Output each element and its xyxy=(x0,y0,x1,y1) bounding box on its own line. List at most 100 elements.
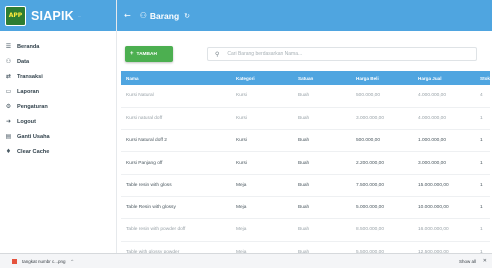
cell-stok: 1 xyxy=(475,241,490,253)
brand-header[interactable]: APP SIAPIK ... xyxy=(0,0,116,31)
search-box[interactable]: ⚲ xyxy=(207,47,477,61)
table-row[interactable]: Kursi Natural doff 2 Kursi Buah 500.000,… xyxy=(121,129,490,153)
switch-icon: ▤ xyxy=(5,133,12,140)
cell-harga-beli: 5.500.000,00 xyxy=(351,241,413,253)
logout-icon: ➜ xyxy=(5,118,12,125)
column-header-harga-beli[interactable]: Harga Beli xyxy=(351,71,413,85)
cell-harga-beli: 3.000.000,00 xyxy=(351,107,413,131)
users-icon: ⚇ xyxy=(5,58,12,65)
sidebar-item-transaksi[interactable]: ⇄ Transaksi xyxy=(0,69,116,84)
downloaded-file-item[interactable]: tangkat numbr c...png ^ xyxy=(0,258,74,264)
main-content: + TAMBAH ⚲ Nama Kategori Satuan Harga Be… xyxy=(117,31,492,253)
column-header-nama[interactable]: Nama xyxy=(121,71,231,85)
cell-nama: Kursi Panjang off xyxy=(121,151,231,175)
cell-kategori: Meja xyxy=(231,241,293,253)
add-button-label: TAMBAH xyxy=(136,51,157,57)
sidebar-item-logout[interactable]: ➜ Logout xyxy=(0,114,116,129)
cell-kategori: Kursi xyxy=(231,129,293,153)
column-header-kategori[interactable]: Kategori xyxy=(231,71,293,85)
cell-nama: Table with glossy powder xyxy=(121,241,231,253)
sidebar-item-beranda[interactable]: ☰ Beranda xyxy=(0,39,116,54)
cell-satuan: Buah xyxy=(293,151,351,175)
cell-satuan: Buah xyxy=(293,174,351,197)
cell-harga-jual: 4.000.000,00 xyxy=(413,107,475,131)
column-header-harga-jual[interactable]: Harga Jual xyxy=(413,71,475,85)
table-header-row: Nama Kategori Satuan Harga Beli Harga Ju… xyxy=(121,71,490,85)
cell-stok: 1 xyxy=(475,129,490,153)
cell-harga-jual: 4.000.000,00 xyxy=(413,85,475,108)
column-header-satuan[interactable]: Satuan xyxy=(293,71,351,85)
cell-kategori: Kursi xyxy=(231,107,293,131)
clear-icon: ♦ xyxy=(5,148,12,155)
sidebar-item-label: Laporan xyxy=(17,88,40,95)
app-logo: APP xyxy=(5,5,26,26)
cell-stok: 1 xyxy=(475,196,490,220)
cell-nama: Kursi Natural xyxy=(121,85,231,108)
cell-harga-jual: 10.000.000,00 xyxy=(413,196,475,220)
cell-satuan: Buah xyxy=(293,85,351,108)
cell-nama: Table resin with powder doff xyxy=(121,218,231,242)
cell-kategori: Kursi xyxy=(231,85,293,108)
add-item-button[interactable]: + TAMBAH xyxy=(125,46,173,62)
cell-kategori: Kursi xyxy=(231,151,293,175)
sidebar-item-label: Pengaturan xyxy=(17,103,48,110)
table-row[interactable]: Table resin with powder doff Meja Buah 8… xyxy=(121,218,490,242)
refresh-icon[interactable]: ↻ xyxy=(184,12,190,20)
cell-harga-beli: 8.500.000,00 xyxy=(351,218,413,242)
table-row[interactable]: Table with glossy powder Meja Buah 5.500… xyxy=(121,241,490,253)
sidebar: APP SIAPIK ... ☰ Beranda ⚇ Data ⇄ Transa… xyxy=(0,0,117,253)
sidebar-item-pengaturan[interactable]: ⚙ Pengaturan xyxy=(0,99,116,114)
image-file-icon xyxy=(12,258,17,264)
cell-kategori: Meja xyxy=(231,174,293,197)
table-row[interactable]: Table Resin with glossy Meja Buah 5.000.… xyxy=(121,196,490,220)
cell-harga-jual: 3.000.000,00 xyxy=(413,151,475,175)
app-subtitle: ... xyxy=(77,13,82,18)
show-all-downloads-link[interactable]: Show all xyxy=(459,259,476,264)
table-row[interactable]: Table resin with gloss Meja Buah 7.500.0… xyxy=(121,174,490,197)
cell-nama: Table resin with gloss xyxy=(121,174,231,197)
plus-icon: + xyxy=(130,51,134,57)
app-name: SIAPIK xyxy=(31,8,74,23)
cell-satuan: Buah xyxy=(293,241,351,253)
downloaded-file-name: tangkat numbr c...png xyxy=(22,258,66,264)
cell-harga-jual: 1.000.000,00 xyxy=(413,129,475,153)
cell-kategori: Meja xyxy=(231,196,293,220)
search-input[interactable] xyxy=(227,51,428,57)
cell-stok: 1 xyxy=(475,151,490,175)
cell-harga-beli: 2.200.000,00 xyxy=(351,151,413,175)
sidebar-item-laporan[interactable]: ▭ Laporan xyxy=(0,84,116,99)
cell-harga-jual: 12.500.000,00 xyxy=(413,241,475,253)
cell-stok: 1 xyxy=(475,174,490,197)
top-bar: ← ⚇ Barang ↻ xyxy=(117,0,492,31)
page-title: Barang xyxy=(149,10,180,21)
table-row[interactable]: Kursi Panjang off Kursi Buah 2.200.000,0… xyxy=(121,151,490,175)
table-row[interactable]: Kursi natural doff Kursi Buah 3.000.000,… xyxy=(121,107,490,131)
cell-nama: Table Resin with glossy xyxy=(121,196,231,220)
table-row[interactable]: Kursi Natural Kursi Buah 500.000,00 4.00… xyxy=(121,85,490,108)
ledger-icon: ☰ xyxy=(5,43,12,50)
report-icon: ▭ xyxy=(5,88,12,95)
sidebar-item-ganti-usaha[interactable]: ▤ Ganti Usaha xyxy=(0,129,116,144)
sidebar-item-data[interactable]: ⚇ Data xyxy=(0,54,116,69)
sidebar-item-label: Data xyxy=(17,58,30,65)
items-table: Nama Kategori Satuan Harga Beli Harga Ju… xyxy=(121,71,490,253)
search-icon: ⚲ xyxy=(215,50,220,58)
cell-kategori: Meja xyxy=(231,218,293,242)
cell-satuan: Buah xyxy=(293,129,351,153)
cell-satuan: Buah xyxy=(293,196,351,220)
cell-harga-jual: 16.000.000,00 xyxy=(413,218,475,242)
cell-harga-jual: 15.000.000,00 xyxy=(413,174,475,197)
sidebar-item-label: Logout xyxy=(17,118,36,125)
sidebar-item-label: Ganti Usaha xyxy=(17,133,50,140)
back-arrow-icon[interactable]: ← xyxy=(124,11,131,20)
column-header-stok[interactable]: Stok xyxy=(475,71,490,85)
users-icon: ⚇ xyxy=(139,11,147,20)
sidebar-item-clear-cache[interactable]: ♦ Clear Cache xyxy=(0,144,116,159)
close-icon[interactable]: ✕ xyxy=(483,258,487,264)
cell-stok: 4 xyxy=(475,85,490,108)
cell-satuan: Buah xyxy=(293,218,351,242)
cell-stok: 1 xyxy=(475,107,490,131)
chevron-up-icon[interactable]: ^ xyxy=(71,259,74,264)
cell-harga-beli: 7.500.000,00 xyxy=(351,174,413,197)
download-bar: tangkat numbr c...png ^ Show all ✕ xyxy=(0,253,492,268)
